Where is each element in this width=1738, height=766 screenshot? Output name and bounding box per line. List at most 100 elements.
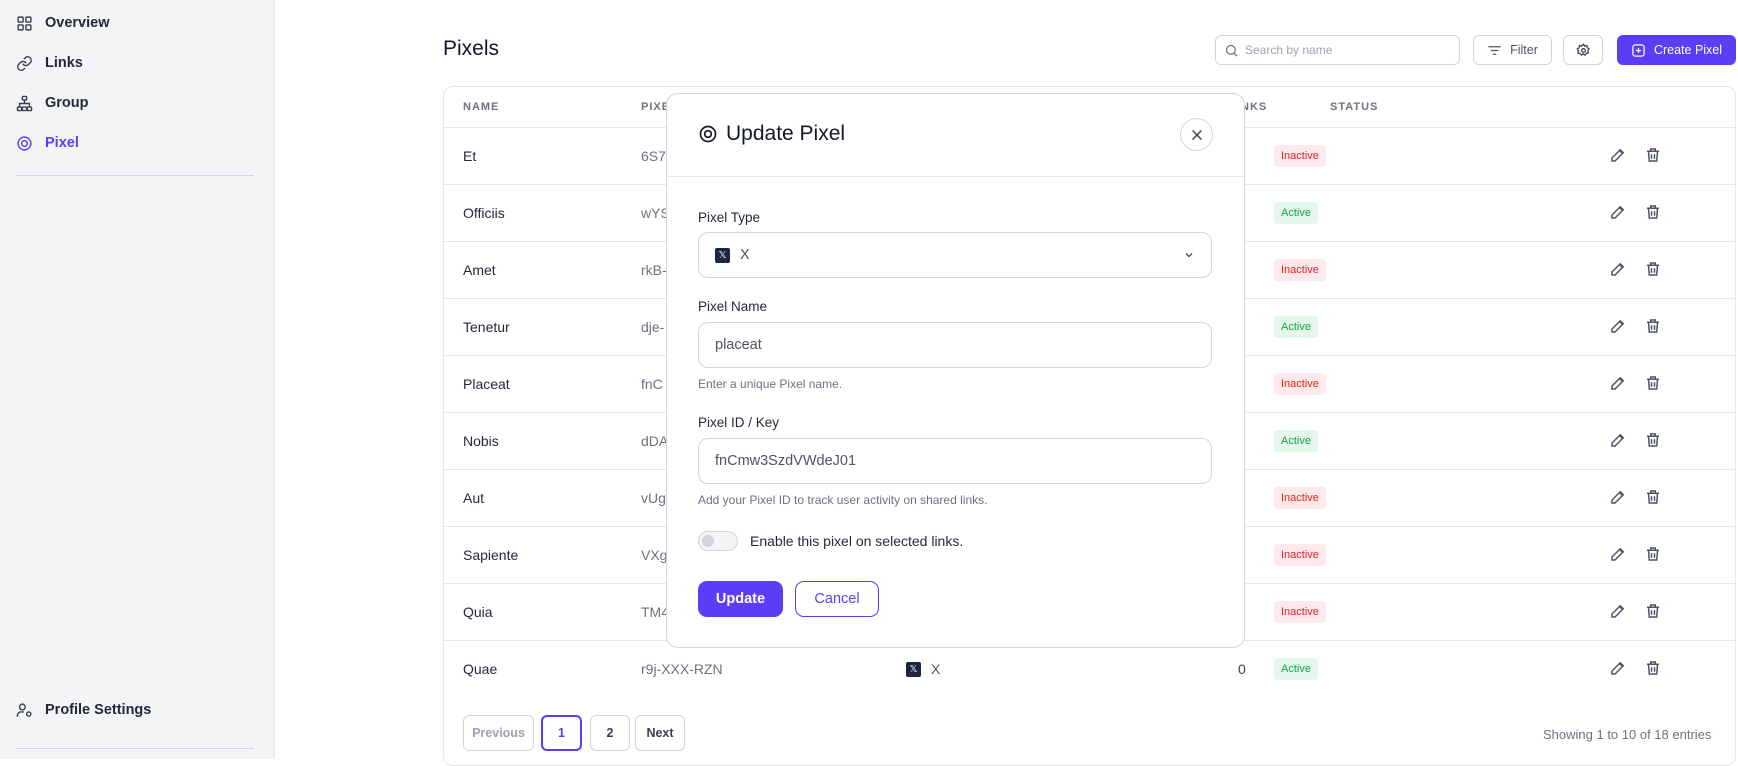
sidebar-item-overview[interactable]: Overview: [16, 11, 110, 35]
update-pixel-modal: Update Pixel Pixel Type 𝕏 X Pixel Name E…: [666, 93, 1245, 648]
filter-button[interactable]: Filter: [1473, 35, 1552, 65]
settings-button[interactable]: [1563, 35, 1603, 65]
pixel-name-cell: Sapiente: [463, 547, 519, 563]
edit-icon[interactable]: [1609, 488, 1627, 506]
pixel-name-field[interactable]: [698, 322, 1212, 368]
close-icon: [1191, 129, 1202, 140]
modal-divider: [667, 176, 1244, 177]
pixel-name-input[interactable]: [715, 337, 1195, 353]
pixel-type-text: X: [931, 661, 941, 677]
search-icon: [1225, 44, 1238, 57]
enable-pixel-toggle[interactable]: [698, 531, 738, 551]
trash-icon[interactable]: [1644, 260, 1662, 278]
pagination-page-2[interactable]: 2: [590, 715, 630, 751]
pixel-type-label: Pixel Type: [698, 210, 761, 225]
edit-icon[interactable]: [1609, 260, 1627, 278]
create-pixel-button[interactable]: Create Pixel: [1617, 35, 1736, 65]
chevron-down-icon: [1185, 253, 1193, 258]
pixel-name-cell: Placeat: [463, 376, 510, 392]
pagination-summary: Showing 1 to 10 of 18 entries: [1543, 727, 1712, 742]
trash-icon[interactable]: [1644, 374, 1662, 392]
pixel-name-cell: Quae: [463, 661, 498, 677]
target-icon: [17, 135, 32, 151]
sidebar-item-label: Links: [45, 55, 83, 71]
trash-icon[interactable]: [1644, 659, 1662, 677]
sidebar-item-label: Pixel: [45, 135, 79, 151]
x-logo-icon: 𝕏: [906, 661, 921, 677]
edit-icon[interactable]: [1609, 431, 1627, 449]
status-badge: Active: [1274, 430, 1318, 452]
pixel-key-cell: r9j-XXX-RZN: [641, 661, 723, 677]
sidebar-item-links[interactable]: Links: [16, 51, 83, 75]
edit-icon[interactable]: [1609, 146, 1627, 164]
sidebar-item-pixel[interactable]: Pixel: [16, 131, 79, 155]
column-header-status: STATUS: [1330, 101, 1379, 113]
modal-title: Update Pixel: [698, 122, 845, 146]
pixel-name-hint: Enter a unique Pixel name.: [698, 377, 843, 391]
search-box[interactable]: [1215, 35, 1460, 65]
trash-icon[interactable]: [1644, 203, 1662, 221]
edit-icon[interactable]: [1609, 374, 1627, 392]
pixel-name-cell: Nobis: [463, 433, 499, 449]
status-badge: Active: [1274, 658, 1318, 680]
pixel-key-cell: dDA: [641, 433, 669, 449]
pixel-key-cell: vUg: [641, 490, 666, 506]
x-logo-icon: 𝕏: [715, 247, 730, 263]
pixel-key-cell: VXg: [641, 547, 668, 563]
status-badge: Inactive: [1274, 145, 1326, 167]
plus-square-icon: [1632, 43, 1645, 57]
trash-icon[interactable]: [1644, 431, 1662, 449]
trash-icon[interactable]: [1644, 545, 1662, 563]
pixel-id-hint: Add your Pixel ID to track user activity…: [698, 493, 988, 507]
pixel-key-cell: 6S7: [641, 148, 666, 164]
pagination-next-button[interactable]: Next: [635, 715, 685, 751]
page-title: Pixels: [443, 37, 500, 60]
status-badge: Inactive: [1274, 544, 1326, 566]
filter-icon: [1488, 45, 1501, 55]
pixel-links-cell: 0: [1238, 661, 1246, 677]
link-icon: [17, 55, 32, 71]
pixel-name-cell: Tenetur: [463, 319, 510, 335]
modal-title-text: Update Pixel: [726, 122, 846, 145]
trash-icon[interactable]: [1644, 602, 1662, 620]
edit-icon[interactable]: [1609, 203, 1627, 221]
sidebar-divider: [16, 175, 254, 176]
pagination-page-1[interactable]: 1: [541, 715, 582, 751]
grid-icon: [17, 15, 32, 31]
update-button[interactable]: Update: [698, 581, 783, 617]
pixel-type-value: X: [740, 247, 750, 263]
pixel-name-cell: Aut: [463, 490, 485, 506]
pixel-key-cell: dje-: [641, 319, 665, 335]
pixel-type-cell: 𝕏X: [906, 661, 940, 677]
close-modal-button[interactable]: [1180, 118, 1213, 151]
cancel-button[interactable]: Cancel: [795, 581, 879, 617]
pixel-id-input[interactable]: [715, 453, 1195, 469]
sidebar-item-label: Group: [45, 95, 89, 111]
pagination-previous-button[interactable]: Previous: [463, 715, 534, 751]
sidebar-item-group[interactable]: Group: [16, 91, 89, 115]
status-badge: Inactive: [1274, 601, 1326, 623]
edit-icon[interactable]: [1609, 602, 1627, 620]
table-row: Quae r9j-XXX-RZN 𝕏 X 0 Active: [444, 640, 1735, 697]
search-input[interactable]: [1245, 43, 1445, 57]
create-pixel-label: Create Pixel: [1653, 43, 1723, 57]
pixel-key-cell: TM4: [641, 604, 669, 620]
sidebar-item-label: Overview: [45, 15, 110, 31]
pixel-name-cell: Officiis: [463, 205, 505, 221]
pixel-key-cell: fnC: [641, 376, 663, 392]
sidebar-item-profile-settings[interactable]: Profile Settings: [16, 698, 151, 722]
trash-icon[interactable]: [1644, 317, 1662, 335]
filter-label: Filter: [1510, 43, 1538, 57]
sidebar-divider: [16, 748, 254, 749]
trash-icon[interactable]: [1644, 146, 1662, 164]
pixel-name-cell: Amet: [463, 262, 496, 278]
pixel-type-select[interactable]: 𝕏 X: [698, 232, 1212, 278]
edit-icon[interactable]: [1609, 659, 1627, 677]
status-badge: Inactive: [1274, 373, 1326, 395]
trash-icon[interactable]: [1644, 488, 1662, 506]
edit-icon[interactable]: [1609, 317, 1627, 335]
pixel-name-cell: Quia: [463, 604, 493, 620]
edit-icon[interactable]: [1609, 545, 1627, 563]
pixel-id-field[interactable]: [698, 438, 1212, 484]
status-badge: Inactive: [1274, 487, 1326, 509]
